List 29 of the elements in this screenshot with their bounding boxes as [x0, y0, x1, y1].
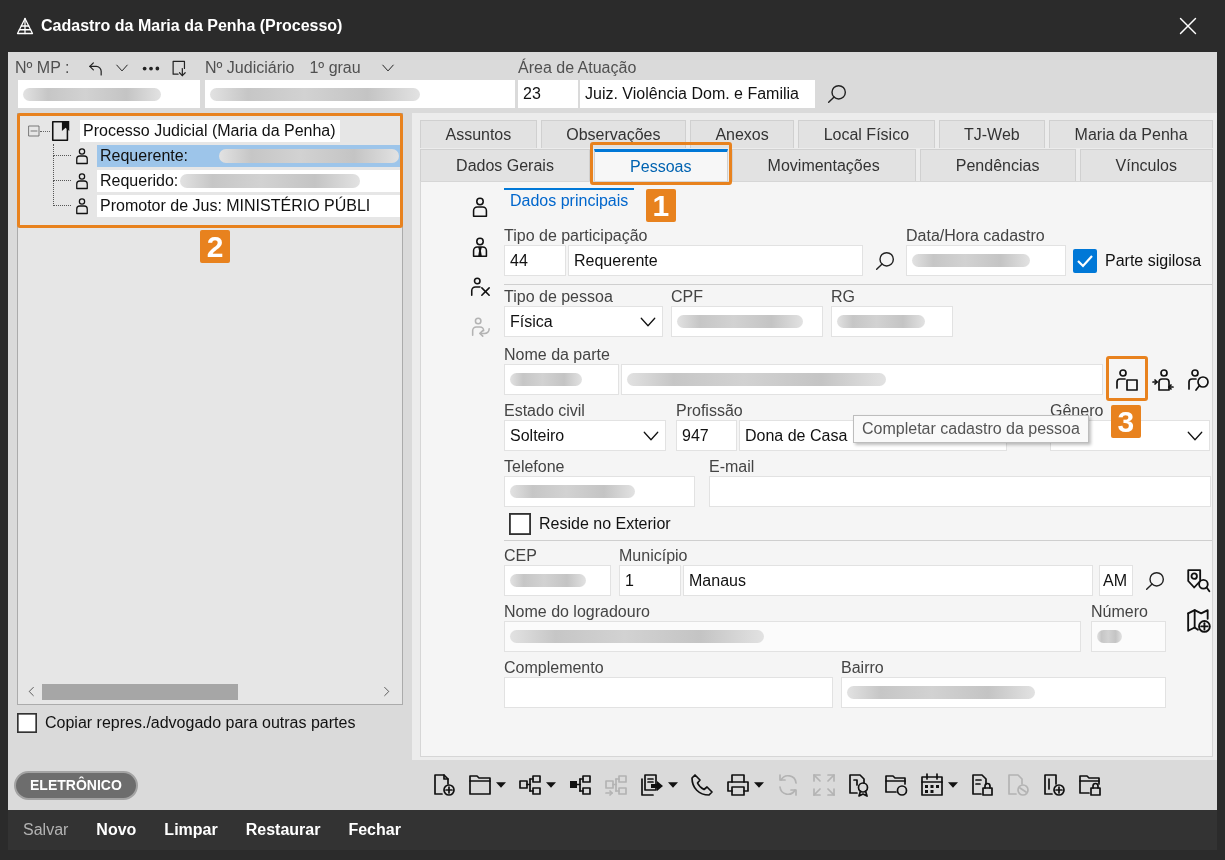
field-label: Área de Atuação [518, 59, 637, 77]
field-label: Número [1091, 602, 1149, 621]
checkbox-label: Copiar repres./advogado para outras partes [45, 714, 356, 732]
field-label: Estado civil [504, 401, 586, 420]
mode-badge: ELETRÔNICO [14, 770, 138, 800]
tooltip: Completar cadastro da pessoa [853, 415, 1089, 443]
field-label: Telefone [504, 457, 566, 476]
window-title: Cadastro da Maria da Penha (Processo) [41, 17, 344, 35]
field-label: Nº MP : [15, 59, 70, 77]
field-label: Município [619, 546, 689, 565]
field-label: Tipo de participação [504, 226, 649, 245]
field-label: Complemento [504, 658, 605, 677]
field-label: Profissão [676, 401, 744, 420]
field-label: Nome da parte [504, 345, 611, 364]
checkbox-label: Parte sigilosa [1105, 251, 1202, 270]
field-label: CEP [504, 546, 538, 565]
step-number: 2 [200, 230, 230, 263]
checkbox-label: Reside no Exterior [539, 515, 671, 533]
field-label: Tipo de pessoa [504, 287, 614, 306]
field-label: CPF [671, 287, 704, 306]
step-number: 1 [645, 189, 676, 222]
instance-label: 1º grau [309, 59, 361, 77]
field-label: E-mail [709, 457, 756, 476]
field-label: Data/Hora cadastro [906, 226, 1046, 245]
field-label: RG [831, 287, 856, 306]
field-label: Nome do logradouro [504, 602, 651, 621]
field-label: Bairro [841, 658, 885, 677]
step-number: 3 [1110, 404, 1141, 438]
field-label: Nº Judiciário [205, 59, 295, 77]
